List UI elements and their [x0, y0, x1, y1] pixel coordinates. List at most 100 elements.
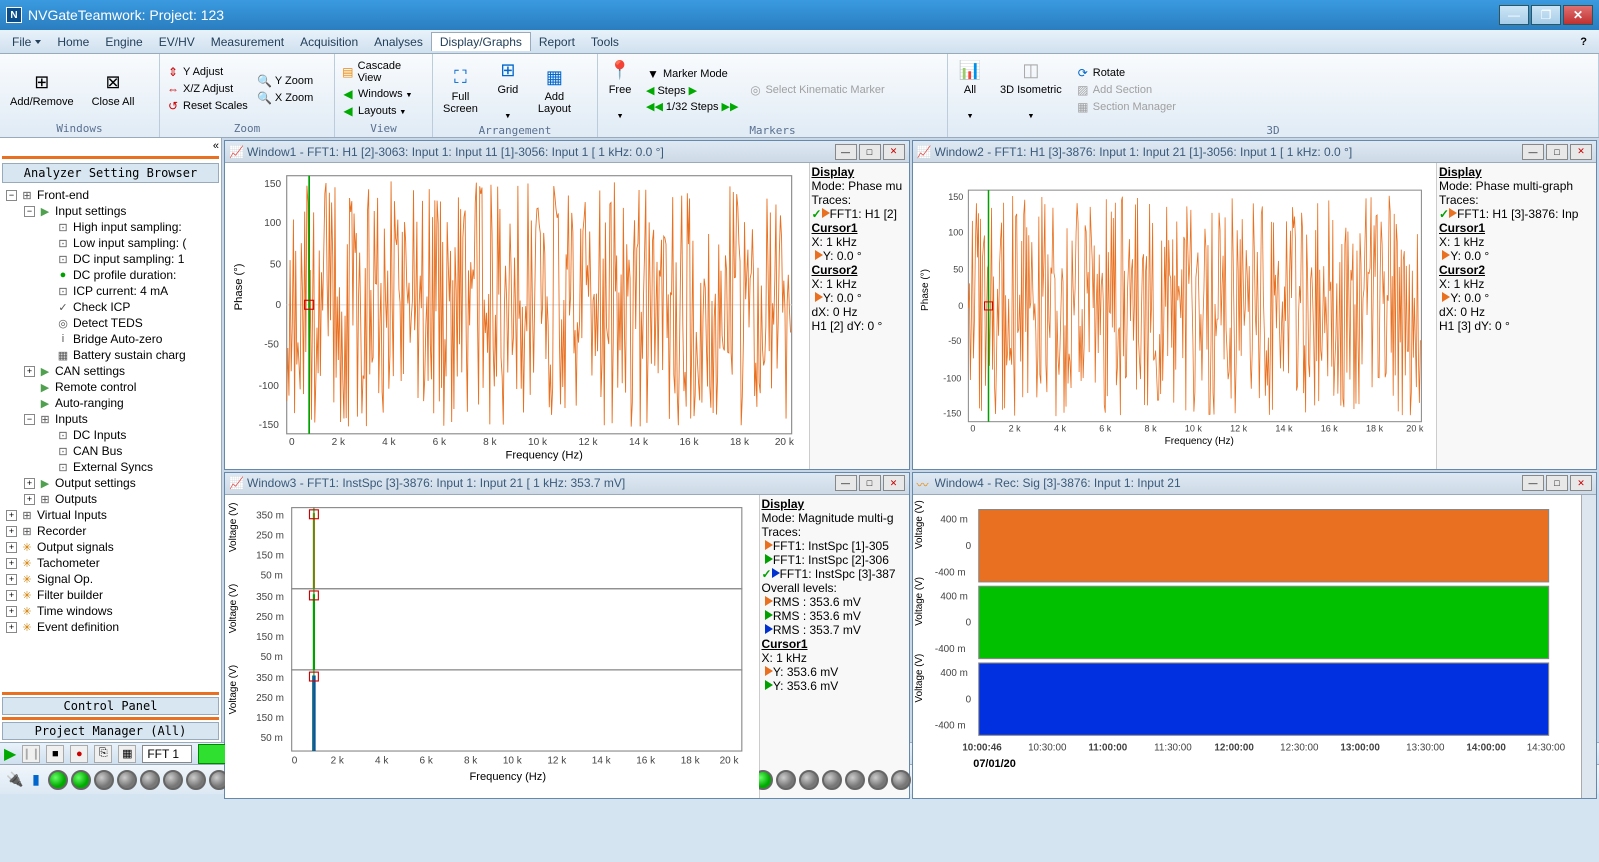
menu-engine[interactable]: Engine [97, 33, 150, 51]
fullscreen-icon: ⛶ [448, 65, 472, 89]
tree-node[interactable]: ⊡Low input sampling: ( [2, 235, 219, 251]
tree-node[interactable]: iBridge Auto-zero [2, 331, 219, 347]
svg-text:18 k: 18 k [730, 437, 750, 448]
full-screen-button[interactable]: ⛶Full Screen [437, 63, 484, 117]
minimize-button[interactable]: — [1499, 5, 1529, 25]
window3-plot[interactable]: 350 m250 m150 m50 m 350 m250 m150 m50 m … [225, 495, 759, 798]
free-marker-button[interactable]: 📍Free▾ [602, 56, 638, 124]
window2-maximize[interactable]: □ [1546, 144, 1568, 160]
tree-node[interactable]: ✓Check ICP [2, 299, 219, 315]
add-layout-button[interactable]: ▦Add Layout [532, 63, 577, 117]
project-manager-button[interactable]: Project Manager (All) [2, 722, 219, 740]
help-icon[interactable]: ? [1572, 34, 1595, 50]
tree-node[interactable]: +✳Signal Op. [2, 571, 219, 587]
menu-file[interactable]: File [4, 33, 49, 51]
pause-button[interactable]: ❙❙ [22, 745, 40, 763]
tree-node[interactable]: ⊡High input sampling: [2, 219, 219, 235]
tree-node[interactable]: −⊞Front-end [2, 187, 219, 203]
window4-minimize[interactable]: — [1522, 475, 1544, 491]
window3-close[interactable]: ✕ [883, 475, 905, 491]
tree-node[interactable]: ⊡DC Inputs [2, 427, 219, 443]
steps-32-button[interactable]: ◀◀ 1/32 Steps ▶▶ [644, 99, 740, 114]
window4-scrollbar[interactable] [1581, 495, 1596, 798]
window4-plot[interactable]: 400 m0-400 m 400 m0-400 m 400 m0-400 m 1… [913, 495, 1582, 798]
svg-text:100: 100 [264, 218, 281, 229]
window1-minimize[interactable]: — [835, 144, 857, 160]
svg-text:14:00:00: 14:00:00 [1466, 743, 1506, 754]
svg-text:400 m: 400 m [940, 591, 967, 602]
menu-display-graphs[interactable]: Display/Graphs [431, 32, 531, 51]
window3-minimize[interactable]: — [835, 475, 857, 491]
tree-node[interactable]: +✳Filter builder [2, 587, 219, 603]
menu-home[interactable]: Home [49, 33, 97, 51]
sb-btn-5[interactable]: ▦ [118, 745, 136, 763]
close-all-button[interactable]: ⊠Close All [86, 68, 141, 110]
x-zoom-button[interactable]: 🔍X Zoom [256, 90, 316, 106]
sb-btn-4[interactable]: ⎘ [94, 745, 112, 763]
window3-maximize[interactable]: □ [859, 475, 881, 491]
menu-tools[interactable]: Tools [583, 33, 627, 51]
svg-text:150: 150 [264, 179, 281, 190]
tree-node[interactable]: ⊡CAN Bus [2, 443, 219, 459]
menu-evhv[interactable]: EV/HV [151, 33, 203, 51]
record-button[interactable]: ● [70, 745, 88, 763]
layouts-dropdown-button[interactable]: ◀Layouts ▾ [339, 103, 428, 119]
control-panel-button[interactable]: Control Panel [2, 697, 219, 715]
settings-tree[interactable]: −⊞Front-end−▶Input settings⊡High input s… [0, 185, 221, 690]
window-close-icon: ⊠ [101, 70, 125, 94]
steps-button[interactable]: ◀ Steps ▶ [644, 83, 740, 98]
tree-node[interactable]: +▶CAN settings [2, 363, 219, 379]
window4-close[interactable]: ✕ [1570, 475, 1592, 491]
window3-info-panel: Display Mode: Magnitude multi-g Traces: … [759, 495, 909, 798]
menu-measurement[interactable]: Measurement [203, 33, 292, 51]
y-adjust-button[interactable]: ⇕Y Adjust [164, 64, 250, 80]
window2-plot[interactable]: Phase (°) Frequency (Hz) 15010050 0-50-1… [913, 163, 1437, 469]
tree-node[interactable]: +✳Output signals [2, 539, 219, 555]
tree-node[interactable]: +✳Tachometer [2, 555, 219, 571]
menu-acquisition[interactable]: Acquisition [292, 33, 366, 51]
tree-node[interactable]: ▦Battery sustain charg [2, 347, 219, 363]
window4-maximize[interactable]: □ [1546, 475, 1568, 491]
tree-node[interactable]: +⊞Virtual Inputs [2, 507, 219, 523]
window1-plot[interactable]: Phase (°) Frequency (Hz) 15010050 0-50-1… [225, 163, 809, 469]
analyzer-combo[interactable]: FFT 1 [142, 745, 192, 763]
tree-node[interactable]: −⊞Inputs [2, 411, 219, 427]
tree-node[interactable]: ▶Remote control [2, 379, 219, 395]
tree-node[interactable]: +⊞Recorder [2, 523, 219, 539]
tree-node[interactable]: −▶Input settings [2, 203, 219, 219]
rotate-button[interactable]: ⟳Rotate [1074, 65, 1178, 81]
tree-node[interactable]: +▶Output settings [2, 475, 219, 491]
tree-node[interactable]: ▶Auto-ranging [2, 395, 219, 411]
close-button[interactable]: ✕ [1563, 5, 1593, 25]
windows-dropdown-button[interactable]: ◀Windows ▾ [339, 86, 428, 102]
tree-node[interactable]: ⊡ICP current: 4 mA [2, 283, 219, 299]
maximize-button[interactable]: ❐ [1531, 5, 1561, 25]
cascade-view-button[interactable]: ▤Cascade View [339, 59, 428, 85]
y-zoom-button[interactable]: 🔍Y Zoom [256, 73, 316, 89]
tree-node[interactable]: ◎Detect TEDS [2, 315, 219, 331]
window2-minimize[interactable]: — [1522, 144, 1544, 160]
play-button[interactable]: ▶ [4, 744, 16, 764]
sidebar-collapse-button[interactable]: « [0, 138, 221, 154]
stop-button[interactable]: ■ [46, 745, 64, 763]
svg-text:250 m: 250 m [256, 531, 284, 542]
isometric-3d-button: ◫3D Isometric▾ [994, 56, 1068, 124]
reset-scales-button[interactable]: ↺Reset Scales [164, 98, 250, 114]
xz-adjust-button[interactable]: ⇔X/Z Adjust [164, 81, 250, 97]
tree-node[interactable]: ●DC profile duration: [2, 267, 219, 283]
tree-node[interactable]: ⊡External Syncs [2, 459, 219, 475]
window2-close[interactable]: ✕ [1570, 144, 1592, 160]
add-layout-icon: ▦ [542, 65, 566, 89]
tree-node[interactable]: +✳Event definition [2, 619, 219, 635]
ribbon-group-view: View [339, 122, 428, 135]
tree-node[interactable]: +✳Time windows [2, 603, 219, 619]
tree-node[interactable]: ⊡DC input sampling: 1 [2, 251, 219, 267]
add-remove-windows-button[interactable]: ⊞Add/Remove [4, 68, 80, 110]
tree-node[interactable]: +⊞Outputs [2, 491, 219, 507]
marker-mode-button[interactable]: ▼Marker Mode [644, 66, 740, 82]
window1-close[interactable]: ✕ [883, 144, 905, 160]
menu-analyses[interactable]: Analyses [366, 33, 431, 51]
menu-report[interactable]: Report [531, 33, 583, 51]
window1-maximize[interactable]: □ [859, 144, 881, 160]
grid-button[interactable]: ⊞Grid▾ [490, 56, 526, 124]
